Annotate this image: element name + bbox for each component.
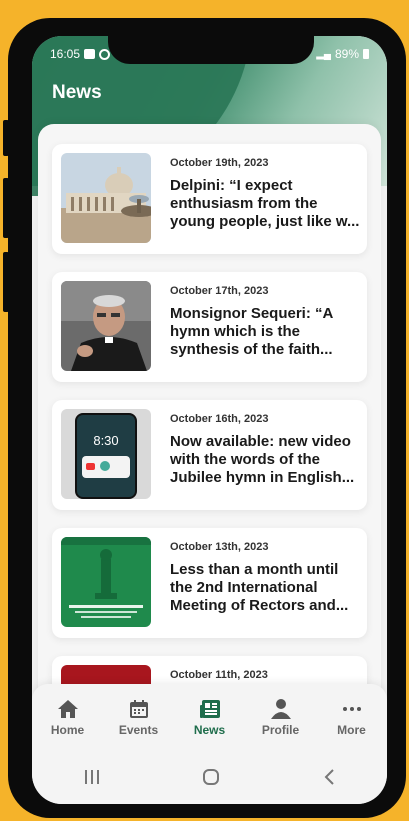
nav-label: Events (118, 723, 159, 737)
recents-icon[interactable] (83, 769, 101, 790)
poster-image-icon (61, 537, 151, 627)
notification-icon (99, 48, 111, 60)
page-title: News (52, 82, 102, 103)
back-icon[interactable] (322, 768, 336, 791)
news-card[interactable]: 8:30 October 16th, 2023 Now available: n… (52, 400, 367, 510)
news-card[interactable]: October 17th, 2023 Monsignor Sequeri: “A… (52, 272, 367, 382)
news-thumbnail (61, 537, 151, 627)
status-time: 16:05 (50, 47, 81, 61)
logo-icon (100, 461, 110, 471)
home-icon (38, 698, 98, 720)
side-button (3, 120, 9, 156)
battery-icon (363, 49, 369, 59)
news-headline: Less than a month until the 2nd Internat… (170, 561, 349, 614)
gallery-icon (84, 49, 96, 59)
home-button-icon[interactable] (202, 768, 220, 791)
status-bar-right: ▂▄ 89% (316, 47, 369, 61)
news-headline: Monsignor Sequeri: “A hymn which is the … (170, 305, 333, 358)
video-icon (86, 463, 95, 470)
news-card[interactable]: October 19th, 2023 Delpini: “I expect en… (52, 144, 367, 254)
news-date: October 11th, 2023 (170, 669, 268, 681)
phone-clock: 8:30 (93, 433, 119, 448)
notification-card (82, 456, 130, 478)
news-thumbnail (61, 153, 151, 243)
signal-icon: ▂▄ (316, 48, 331, 60)
news-headline: Delpini: “I expect enthusiasm from the y… (170, 177, 360, 230)
status-bar-left: 16:05 (50, 47, 111, 61)
nav-label: More (337, 723, 366, 737)
nav-label: News (193, 723, 226, 737)
nav-label: Profile (261, 723, 300, 737)
system-nav-bar (32, 754, 387, 804)
portrait-image-icon (61, 281, 151, 371)
news-thumbnail: 8:30 (61, 409, 151, 499)
news-date: October 16th, 2023 (170, 413, 269, 425)
news-date: October 19th, 2023 (170, 157, 269, 169)
phone-image-icon: 8:30 (75, 413, 137, 499)
side-button (3, 178, 9, 238)
nav-label: Home (50, 723, 85, 737)
nav-home[interactable]: Home (38, 698, 98, 754)
camera-notch (108, 36, 314, 64)
news-date: October 17th, 2023 (170, 285, 269, 297)
nav-events[interactable]: Events (109, 698, 169, 754)
bottom-nav: Home Events News Profile More (32, 684, 387, 754)
person-icon (251, 698, 311, 720)
nav-more[interactable]: More (322, 698, 382, 754)
battery-level: 89% (334, 47, 359, 61)
calendar-icon (109, 698, 169, 720)
news-card[interactable]: October 13th, 2023 Less than a month unt… (52, 528, 367, 638)
news-date: October 13th, 2023 (170, 541, 269, 553)
app-screen: 16:05 ▂▄ 89% News October 19th, 2023 Del… (32, 36, 387, 804)
nav-news[interactable]: News (180, 698, 240, 754)
news-thumbnail (61, 281, 151, 371)
nav-profile[interactable]: Profile (251, 698, 311, 754)
side-button (3, 252, 9, 312)
more-dots-icon (322, 698, 382, 720)
news-headline: Now available: new video with the words … (170, 433, 355, 486)
newspaper-icon (180, 698, 240, 720)
news-list: October 19th, 2023 Delpini: “I expect en… (38, 124, 381, 766)
basilica-image-icon (61, 153, 151, 243)
